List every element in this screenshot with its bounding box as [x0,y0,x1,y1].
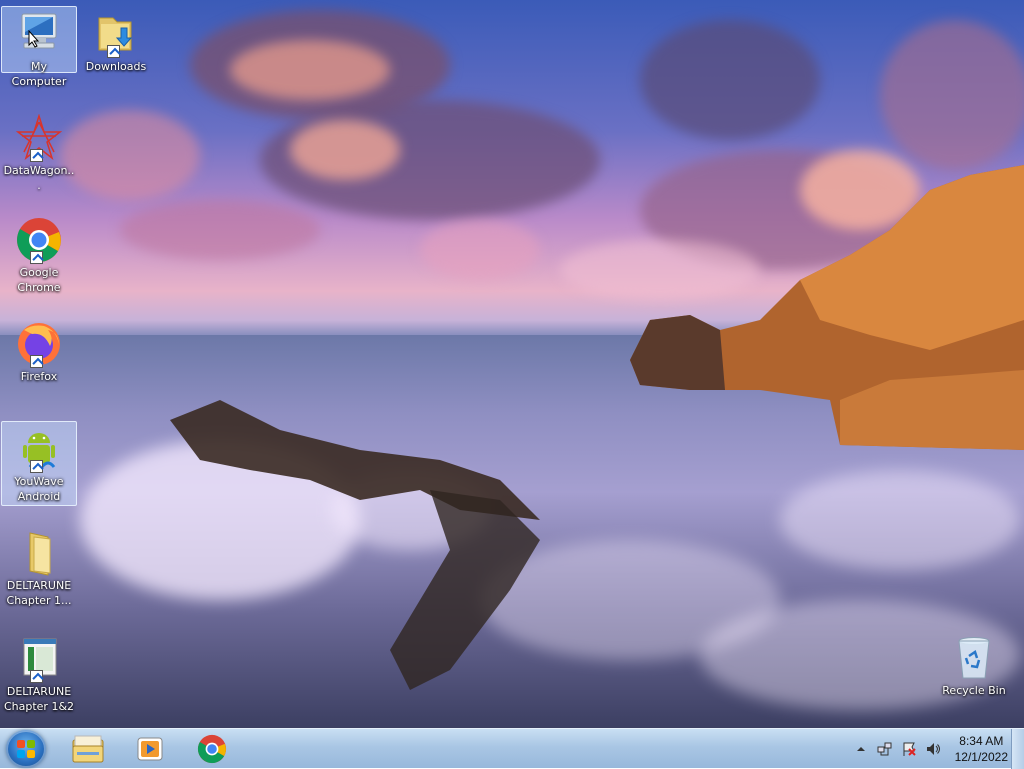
show-desktop-button[interactable] [1011,729,1024,769]
desktop-icon-label: DELTARUNE Chapter 1&2 [3,685,75,713]
shortcut-arrow-icon [30,460,43,473]
deltarune-app-icon [14,635,64,683]
show-hidden-icons-arrow[interactable] [853,741,869,757]
network-icon[interactable] [877,741,893,757]
desktop-icon-youwave-android[interactable]: YouWave Android [1,421,77,506]
wallpaper-cloud [420,220,540,280]
wallpaper-cloud [290,120,400,180]
desktop-icon-label: DELTARUNE Chapter 1... [6,579,72,607]
media-player-icon [137,737,163,761]
desktop-icon-datawagon[interactable]: DataWagon... [1,110,77,194]
wallpaper-cloud [880,20,1024,170]
desktop-icon-deltarune-app[interactable]: DELTARUNE Chapter 1&2 [1,631,77,715]
desktop-icon-my-computer[interactable]: My Computer [1,6,77,88]
wallpaper-rock-ledge [170,400,540,690]
desktop[interactable]: My Computer Downloads DataWagon... Googl… [0,0,1024,728]
taskbar-windows-explorer[interactable] [58,731,118,767]
clock-date: 12/1/2022 [954,750,1008,764]
taskbar-google-chrome[interactable] [182,731,242,767]
datawagon-icon [14,113,64,162]
desktop-icon-label: YouWave Android [14,475,64,503]
wallpaper-cloud [120,200,320,260]
desktop-icon-label: Google Chrome [17,266,61,294]
folder-icon [14,529,64,577]
desktop-icon-recycle-bin[interactable]: Recycle Bin [936,630,1012,699]
chrome-icon [197,734,227,764]
firefox-icon [14,320,64,368]
shortcut-arrow-icon [30,670,43,683]
taskbar-clock[interactable]: 8:34 AM 12/1/2022 [955,733,1008,765]
shortcut-arrow-icon [30,149,43,162]
wallpaper-wave-foam [780,470,1020,570]
wallpaper-cloud [60,110,200,200]
desktop-icon-label: My Computer [11,60,67,88]
desktop-icon-deltarune-folder[interactable]: DELTARUNE Chapter 1... [1,525,77,609]
taskbar-media-player[interactable] [120,731,180,767]
shortcut-arrow-icon [30,251,43,264]
desktop-icon-label: Firefox [20,370,58,383]
chrome-icon [14,216,64,264]
wallpaper-cloud [640,20,820,140]
shortcut-arrow-icon [30,355,43,368]
taskbar: 8:34 AM 12/1/2022 [0,728,1024,769]
explorer-folder-icon [72,735,104,763]
action-center-flag-icon[interactable] [901,741,917,757]
computer-icon [14,10,64,58]
system-tray: 8:34 AM 12/1/2022 [845,729,1008,769]
desktop-icon-label: Recycle Bin [942,684,1006,697]
wallpaper-cliff [630,165,1024,450]
start-button[interactable] [6,730,46,768]
windows-logo-icon [17,740,36,759]
shortcut-arrow-icon [107,45,120,58]
volume-icon[interactable] [925,741,941,757]
clock-time: 8:34 AM [959,734,1004,748]
mouse-cursor-icon [28,30,40,48]
android-icon [14,425,64,473]
wallpaper-cloud [230,40,390,100]
desktop-icon-label: DataWagon... [3,164,75,192]
desktop-icon-firefox[interactable]: Firefox [1,316,77,385]
desktop-icon-google-chrome[interactable]: Google Chrome [1,212,77,296]
desktop-icon-downloads[interactable]: Downloads [78,6,154,75]
desktop-icon-label: Downloads [85,60,147,73]
downloads-folder-icon [91,10,141,58]
recycle-bin-icon [949,634,999,682]
